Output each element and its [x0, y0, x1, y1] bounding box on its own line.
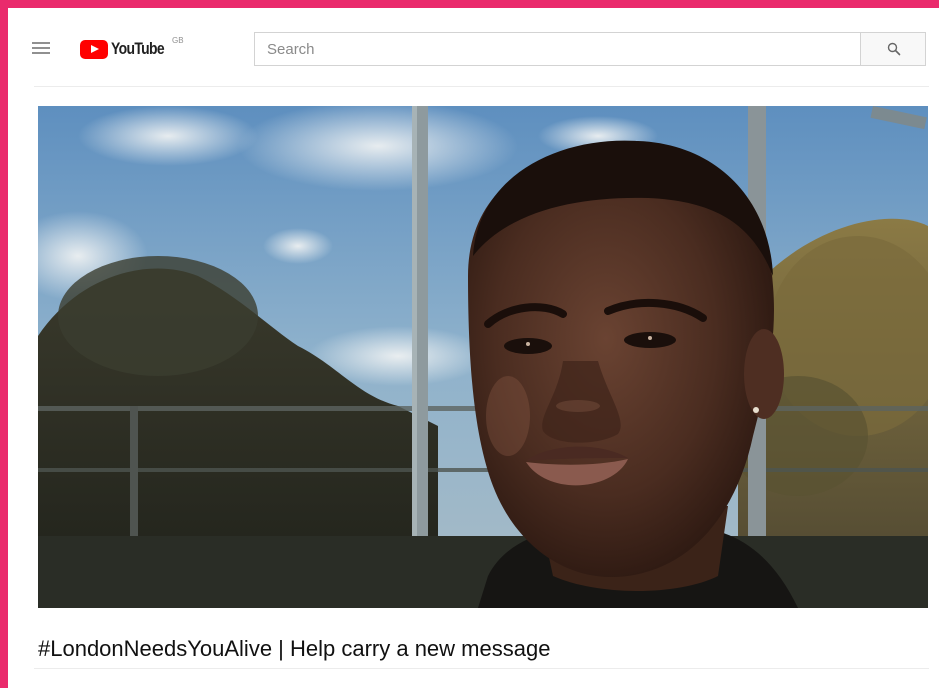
search-button[interactable] [860, 32, 926, 66]
search-input[interactable] [265, 33, 849, 65]
video-title[interactable]: #LondonNeedsYouAlive | Help carry a new … [38, 636, 550, 662]
search-icon [887, 42, 901, 56]
search-box [254, 32, 860, 66]
browser-viewport: YouTube GB Search #LondonNeedsYouAlive |… [8, 8, 939, 688]
video-thumbnail[interactable] [38, 106, 928, 608]
content-divider [34, 86, 929, 87]
masthead: YouTube GB [8, 8, 939, 86]
logo-wordmark: YouTube [111, 39, 165, 58]
youtube-logo[interactable]: YouTube GB [80, 36, 184, 59]
youtube-play-icon [80, 39, 108, 59]
thumbnail-image [38, 106, 928, 608]
country-code: GB [172, 36, 184, 45]
hamburger-menu-icon[interactable] [32, 40, 52, 56]
video-title-row: #LondonNeedsYouAlive | Help carry a new … [34, 608, 929, 669]
